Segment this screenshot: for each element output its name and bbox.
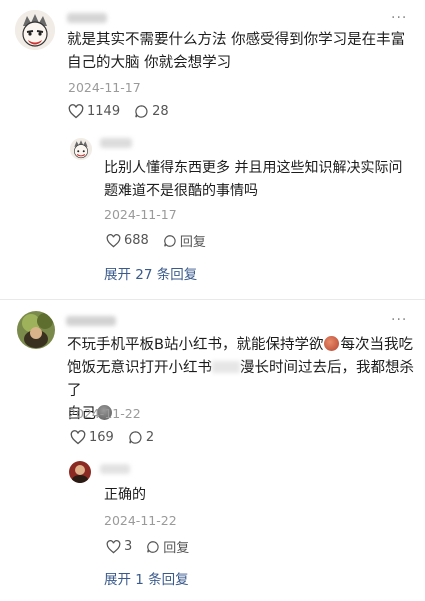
comment-text-line: 自己的大脑 你就会想学习: [67, 55, 232, 71]
reply-text: 比别人懂得东西更多 并且用这些知识解决实际问 题难道不是很酷的事情吗: [104, 157, 402, 203]
text-segment: 饱饭无意识打开小红书: [67, 360, 212, 376]
text-segment: 每次当我吃: [340, 337, 413, 353]
reply-thread: 正确的 2024-11-22 3 回复 展开 1 条回复: [60, 452, 412, 592]
reply-text: 正确的: [104, 487, 146, 503]
censored-mark: [212, 361, 240, 373]
speech-bubble-icon: [129, 431, 142, 444]
comment-text-line: 不玩手机平板B站小红书，就能保持学欲 每次当我吃: [67, 334, 425, 357]
reply-date: 2024-11-22: [104, 513, 177, 528]
reply-label: 回复: [179, 235, 206, 250]
comment-item: ··· 不玩手机平板B站小红书，就能保持学欲 每次当我吃 饱饭无意识打开小红书 漫长…: [0, 300, 425, 601]
comment-text-line: 饱饭无意识打开小红书 漫长时间过去后，我都想杀了: [67, 357, 425, 403]
like-button[interactable]: 169: [70, 430, 114, 445]
like-count: 688: [124, 233, 149, 248]
text-segment: 不玩手机平板B站小红书，就能保持学欲: [67, 337, 324, 353]
avatar[interactable]: [17, 311, 55, 349]
expand-replies-link[interactable]: 展开 27 条回复: [104, 263, 197, 283]
reply-count-button[interactable]: 2: [128, 430, 154, 445]
reply-button[interactable]: 回复: [163, 231, 206, 250]
more-options-button[interactable]: ···: [391, 312, 407, 328]
photo-avatar-image: [17, 311, 55, 349]
heart-outline-icon: [70, 430, 86, 445]
heart-outline-icon: [68, 104, 84, 119]
avatar[interactable]: [69, 461, 91, 483]
username-blurred[interactable]: [100, 138, 132, 148]
like-count: 169: [89, 430, 114, 445]
like-button[interactable]: 688: [106, 233, 149, 248]
cartoon-avatar-image: [70, 138, 92, 160]
username-blurred[interactable]: [100, 464, 130, 474]
comment-text: 就是其实不需要什么方法 你感受得到你学习是在丰富 自己的大脑 你就会想学习: [67, 29, 405, 75]
comment-item: ··· 就是其实不需要什么方法 你感受得到你学习是在丰富 自己的大脑 你就会想学…: [0, 0, 425, 300]
reply-text-line: 题难道不是很酷的事情吗: [104, 183, 258, 199]
reply-date: 2024-11-17: [104, 207, 177, 222]
reply-actions: 3 回复: [106, 537, 203, 556]
like-count: 3: [124, 539, 133, 554]
speech-bubble-icon: [135, 105, 148, 118]
like-count: 1149: [87, 104, 121, 119]
speech-bubble-icon: [147, 540, 159, 553]
comment-date: 2024-11-22: [68, 406, 141, 421]
like-button[interactable]: 1149: [68, 104, 120, 119]
heart-outline-icon: [106, 539, 121, 553]
reply-text-line: 比别人懂得东西更多 并且用这些知识解决实际问: [104, 160, 403, 176]
reply-count: 2: [145, 430, 155, 445]
reply-count: 28: [152, 104, 169, 119]
reply-count-button[interactable]: 28: [134, 104, 169, 119]
avatar[interactable]: [70, 138, 92, 160]
cartoon-avatar-image: [15, 10, 55, 50]
reply-label: 回复: [163, 541, 190, 556]
reply-button[interactable]: 回复: [146, 537, 189, 556]
comment-text-line: 就是其实不需要什么方法 你感受得到你学习是在丰富: [67, 32, 406, 48]
reply-actions: 688 回复: [106, 231, 220, 250]
expand-replies-link[interactable]: 展开 1 条回复: [104, 568, 189, 588]
photo-avatar-image: [69, 461, 91, 483]
speech-bubble-icon: [164, 234, 176, 247]
username-blurred[interactable]: [67, 13, 107, 23]
steak-emoji-icon: [324, 336, 340, 351]
heart-outline-icon: [106, 233, 121, 247]
avatar[interactable]: [15, 10, 55, 50]
like-button[interactable]: 3: [106, 539, 132, 554]
username-blurred[interactable]: [66, 316, 116, 326]
comment-actions: 1149 28: [68, 104, 183, 119]
more-options-button[interactable]: ···: [391, 10, 407, 26]
comment-date: 2024-11-17: [68, 80, 141, 95]
reply-thread: 比别人懂得东西更多 并且用这些知识解决实际问 题难道不是很酷的事情吗 2024-…: [60, 124, 412, 290]
comment-actions: 169 2: [70, 430, 168, 445]
